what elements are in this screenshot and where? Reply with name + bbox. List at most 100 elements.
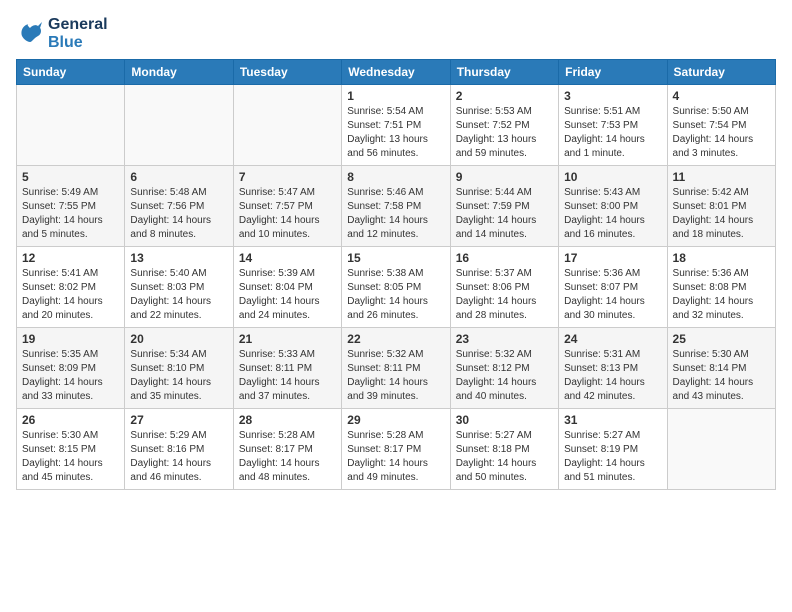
calendar-cell: 27 Sunrise: 5:29 AMSunset: 8:16 PMDayligh… [125, 409, 233, 490]
calendar-cell: 23 Sunrise: 5:32 AMSunset: 8:12 PMDayligh… [450, 328, 558, 409]
calendar-cell: 26 Sunrise: 5:30 AMSunset: 8:15 PMDayligh… [17, 409, 125, 490]
day-number: 13 [130, 251, 227, 265]
weekday-header-saturday: Saturday [667, 60, 775, 85]
weekday-header-wednesday: Wednesday [342, 60, 450, 85]
day-number: 29 [347, 413, 444, 427]
day-number: 26 [22, 413, 119, 427]
calendar-table: SundayMondayTuesdayWednesdayThursdayFrid… [16, 59, 776, 490]
day-number: 24 [564, 332, 661, 346]
day-number: 28 [239, 413, 336, 427]
page-header: General Blue [16, 16, 776, 51]
calendar-cell: 29 Sunrise: 5:28 AMSunset: 8:17 PMDayligh… [342, 409, 450, 490]
day-info: Sunrise: 5:51 AMSunset: 7:53 PMDaylight:… [564, 105, 661, 161]
calendar-cell: 19 Sunrise: 5:35 AMSunset: 8:09 PMDayligh… [17, 328, 125, 409]
day-number: 31 [564, 413, 661, 427]
calendar-cell: 28 Sunrise: 5:28 AMSunset: 8:17 PMDayligh… [233, 409, 341, 490]
calendar-cell: 18Sunrise: 5:36 AMSunset: 8:08 PMDayligh… [667, 247, 775, 328]
calendar-cell: 6Sunrise: 5:48 AMSunset: 7:56 PMDaylight… [125, 166, 233, 247]
calendar-cell: 9 Sunrise: 5:44 AMSunset: 7:59 PMDaylight… [450, 166, 558, 247]
day-info: Sunrise: 5:28 AMSunset: 8:17 PMDaylight:… [239, 429, 336, 485]
weekday-header-friday: Friday [559, 60, 667, 85]
calendar-week-row: 1 Sunrise: 5:54 AMSunset: 7:51 PMDaylight… [17, 85, 776, 166]
weekday-header-thursday: Thursday [450, 60, 558, 85]
day-info: Sunrise: 5:53 AMSunset: 7:52 PMDaylight:… [456, 105, 553, 161]
day-info: Sunrise: 5:37 AMSunset: 8:06 PMDaylight:… [456, 267, 553, 323]
day-info: Sunrise: 5:40 AMSunset: 8:03 PMDaylight:… [130, 267, 227, 323]
calendar-cell: 3 Sunrise: 5:51 AMSunset: 7:53 PMDaylight… [559, 85, 667, 166]
day-number: 25 [673, 332, 770, 346]
day-number: 8 [347, 170, 444, 184]
weekday-header-monday: Monday [125, 60, 233, 85]
calendar-cell: 24Sunrise: 5:31 AMSunset: 8:13 PMDayligh… [559, 328, 667, 409]
day-info: Sunrise: 5:54 AMSunset: 7:51 PMDaylight:… [347, 105, 444, 161]
calendar-cell: 21 Sunrise: 5:33 AMSunset: 8:11 PMDayligh… [233, 328, 341, 409]
day-info: Sunrise: 5:50 AMSunset: 7:54 PMDaylight:… [673, 105, 770, 161]
day-info: Sunrise: 5:49 AMSunset: 7:55 PMDaylight:… [22, 186, 119, 242]
day-info: Sunrise: 5:44 AMSunset: 7:59 PMDaylight:… [456, 186, 553, 242]
calendar-cell: 20 Sunrise: 5:34 AMSunset: 8:10 PMDayligh… [125, 328, 233, 409]
calendar-cell: 4 Sunrise: 5:50 AMSunset: 7:54 PMDaylight… [667, 85, 775, 166]
logo-text: General Blue [48, 16, 108, 51]
weekday-header-tuesday: Tuesday [233, 60, 341, 85]
day-number: 7 [239, 170, 336, 184]
day-info: Sunrise: 5:27 AMSunset: 8:19 PMDaylight:… [564, 429, 661, 485]
day-info: Sunrise: 5:36 AMSunset: 8:07 PMDaylight:… [564, 267, 661, 323]
calendar-cell [17, 85, 125, 166]
day-number: 4 [673, 89, 770, 103]
day-number: 21 [239, 332, 336, 346]
day-info: Sunrise: 5:43 AMSunset: 8:00 PMDaylight:… [564, 186, 661, 242]
calendar-cell: 16 Sunrise: 5:37 AMSunset: 8:06 PMDayligh… [450, 247, 558, 328]
calendar-cell: 14Sunrise: 5:39 AMSunset: 8:04 PMDayligh… [233, 247, 341, 328]
day-info: Sunrise: 5:28 AMSunset: 8:17 PMDaylight:… [347, 429, 444, 485]
calendar-cell [125, 85, 233, 166]
day-info: Sunrise: 5:36 AMSunset: 8:08 PMDaylight:… [673, 267, 770, 323]
weekday-header-sunday: Sunday [17, 60, 125, 85]
day-info: Sunrise: 5:35 AMSunset: 8:09 PMDaylight:… [22, 348, 119, 404]
calendar-cell: 31 Sunrise: 5:27 AMSunset: 8:19 PMDayligh… [559, 409, 667, 490]
day-info: Sunrise: 5:41 AMSunset: 8:02 PMDaylight:… [22, 267, 119, 323]
calendar-cell: 30 Sunrise: 5:27 AMSunset: 8:18 PMDayligh… [450, 409, 558, 490]
day-info: Sunrise: 5:33 AMSunset: 8:11 PMDaylight:… [239, 348, 336, 404]
day-number: 14 [239, 251, 336, 265]
day-info: Sunrise: 5:34 AMSunset: 8:10 PMDaylight:… [130, 348, 227, 404]
calendar-cell: 5 Sunrise: 5:49 AMSunset: 7:55 PMDaylight… [17, 166, 125, 247]
day-info: Sunrise: 5:38 AMSunset: 8:05 PMDaylight:… [347, 267, 444, 323]
day-number: 5 [22, 170, 119, 184]
day-info: Sunrise: 5:29 AMSunset: 8:16 PMDaylight:… [130, 429, 227, 485]
day-number: 10 [564, 170, 661, 184]
day-number: 12 [22, 251, 119, 265]
calendar-cell: 25Sunrise: 5:30 AMSunset: 8:14 PMDayligh… [667, 328, 775, 409]
calendar-cell: 7 Sunrise: 5:47 AMSunset: 7:57 PMDaylight… [233, 166, 341, 247]
calendar-cell: 12 Sunrise: 5:41 AMSunset: 8:02 PMDayligh… [17, 247, 125, 328]
day-info: Sunrise: 5:48 AMSunset: 7:56 PMDaylight:… [130, 186, 227, 242]
day-number: 3 [564, 89, 661, 103]
calendar-cell: 10 Sunrise: 5:43 AMSunset: 8:00 PMDayligh… [559, 166, 667, 247]
day-info: Sunrise: 5:46 AMSunset: 7:58 PMDaylight:… [347, 186, 444, 242]
calendar-cell: 11Sunrise: 5:42 AMSunset: 8:01 PMDayligh… [667, 166, 775, 247]
calendar-cell: 1 Sunrise: 5:54 AMSunset: 7:51 PMDaylight… [342, 85, 450, 166]
calendar-cell: 15 Sunrise: 5:38 AMSunset: 8:05 PMDayligh… [342, 247, 450, 328]
day-number: 1 [347, 89, 444, 103]
day-number: 27 [130, 413, 227, 427]
day-number: 19 [22, 332, 119, 346]
day-number: 2 [456, 89, 553, 103]
day-number: 30 [456, 413, 553, 427]
day-number: 16 [456, 251, 553, 265]
calendar-week-row: 12 Sunrise: 5:41 AMSunset: 8:02 PMDayligh… [17, 247, 776, 328]
calendar-week-row: 26 Sunrise: 5:30 AMSunset: 8:15 PMDayligh… [17, 409, 776, 490]
day-info: Sunrise: 5:47 AMSunset: 7:57 PMDaylight:… [239, 186, 336, 242]
calendar-cell [667, 409, 775, 490]
calendar-cell: 22Sunrise: 5:32 AMSunset: 8:11 PMDayligh… [342, 328, 450, 409]
logo-icon [16, 20, 44, 48]
day-info: Sunrise: 5:27 AMSunset: 8:18 PMDaylight:… [456, 429, 553, 485]
day-info: Sunrise: 5:32 AMSunset: 8:11 PMDaylight:… [347, 348, 444, 404]
day-number: 23 [456, 332, 553, 346]
day-number: 17 [564, 251, 661, 265]
day-number: 9 [456, 170, 553, 184]
day-info: Sunrise: 5:30 AMSunset: 8:15 PMDaylight:… [22, 429, 119, 485]
calendar-cell: 13 Sunrise: 5:40 AMSunset: 8:03 PMDayligh… [125, 247, 233, 328]
day-number: 11 [673, 170, 770, 184]
day-info: Sunrise: 5:32 AMSunset: 8:12 PMDaylight:… [456, 348, 553, 404]
day-number: 20 [130, 332, 227, 346]
day-number: 15 [347, 251, 444, 265]
